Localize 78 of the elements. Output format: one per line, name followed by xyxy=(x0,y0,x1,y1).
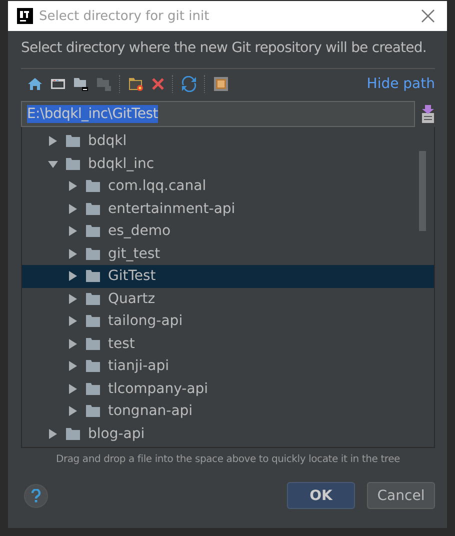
expand-arrow-icon[interactable] xyxy=(68,226,78,236)
folder-icon xyxy=(86,180,100,192)
refresh-icon[interactable] xyxy=(181,76,197,92)
folder-icon xyxy=(86,338,100,350)
folder-name: bdqkl_inc xyxy=(88,156,154,172)
folder-name: com.lqq.canal xyxy=(108,178,206,194)
expand-arrow-icon[interactable] xyxy=(68,406,78,416)
folder-name: entertainment-api xyxy=(108,200,236,217)
home-icon[interactable] xyxy=(27,76,43,92)
folder-icon xyxy=(66,428,80,440)
new-folder-icon[interactable] xyxy=(128,76,144,92)
tree-row[interactable]: entertainment-api xyxy=(22,198,434,220)
folder-icon xyxy=(86,202,100,215)
description-text: Select directory where the new Git repository will be created. xyxy=(21,40,428,58)
folder-name: tlcompany-api xyxy=(108,380,208,397)
window-title: Select directory for git init xyxy=(39,8,210,24)
folder-icon xyxy=(86,382,100,395)
path-field[interactable]: E:\bdqkl_inc\GitTest xyxy=(21,101,415,127)
folder-name: git_test xyxy=(108,246,160,262)
folder-icon xyxy=(86,315,100,328)
folder-name: GitTest xyxy=(108,268,156,284)
folder-icon xyxy=(86,292,100,305)
insert-path-icon[interactable] xyxy=(421,105,435,123)
tree-row[interactable]: tlcompany-api xyxy=(22,378,434,400)
hide-path-link[interactable]: Hide path xyxy=(366,76,435,92)
tree-row[interactable]: GitTest xyxy=(22,265,434,288)
path-value: E:\bdqkl_inc\GitTest xyxy=(27,105,158,123)
expand-arrow-icon[interactable] xyxy=(48,136,58,146)
tree-row[interactable]: tianji-api xyxy=(22,355,434,378)
expand-arrow-icon[interactable] xyxy=(68,384,78,394)
tree-row[interactable]: test xyxy=(22,332,434,355)
folder-name: test xyxy=(108,336,135,352)
folder-name: es_demo xyxy=(108,223,171,240)
toggle-hidden-icon[interactable] xyxy=(213,76,229,92)
scrollbar-thumb[interactable] xyxy=(419,151,426,231)
expand-arrow-icon[interactable] xyxy=(68,204,78,214)
collapse-arrow-icon[interactable] xyxy=(48,158,58,169)
folder-icon xyxy=(66,158,80,170)
hint-text: Drag and drop a file into the space above to quickly locate it in the tree xyxy=(54,454,402,465)
folder-name: Quartz xyxy=(108,290,156,307)
expand-arrow-icon[interactable] xyxy=(68,338,78,349)
expand-arrow-icon[interactable] xyxy=(68,316,78,326)
folder-icon[interactable] xyxy=(73,76,89,92)
help-button[interactable] xyxy=(24,484,48,508)
tree-row[interactable]: bdqkl xyxy=(22,130,434,152)
folder-icon xyxy=(86,405,100,418)
folder-name: tongnan-api xyxy=(108,403,193,420)
close-icon[interactable] xyxy=(421,9,435,23)
folder-icon xyxy=(86,360,100,372)
expand-arrow-icon[interactable] xyxy=(68,361,78,372)
app-logo-icon xyxy=(17,8,33,24)
dialog-button[interactable]: Cancel xyxy=(367,482,435,509)
tree-row[interactable]: com.lqq.canal xyxy=(22,175,434,198)
folder-name: blog-api xyxy=(88,426,145,442)
folder-icon xyxy=(86,225,100,238)
delete-icon[interactable] xyxy=(151,77,165,91)
dialog-button[interactable]: OK xyxy=(287,482,355,509)
folder-name: tianji-api xyxy=(108,358,170,374)
tree-row[interactable]: bdqkl_inc xyxy=(22,152,434,175)
help-icon xyxy=(31,488,41,502)
folder-name: tailong-api xyxy=(108,313,183,330)
folder-icon xyxy=(96,76,112,92)
tree-row[interactable]: tongnan-api xyxy=(22,400,434,422)
tree-row[interactable]: git_test xyxy=(22,242,434,265)
tree-row[interactable]: es_demo xyxy=(22,220,434,242)
expand-arrow-icon[interactable] xyxy=(68,181,78,192)
tree-row[interactable]: blog-api xyxy=(22,422,434,445)
expand-arrow-icon[interactable] xyxy=(68,294,78,304)
monitor-icon[interactable] xyxy=(50,76,66,92)
expand-arrow-icon[interactable] xyxy=(48,428,58,439)
expand-arrow-icon[interactable] xyxy=(68,271,78,282)
expand-arrow-icon[interactable] xyxy=(68,248,78,259)
tree-row[interactable]: Quartz xyxy=(22,288,434,310)
folder-name: bdqkl xyxy=(88,133,127,150)
folder-icon xyxy=(86,248,100,260)
folder-icon xyxy=(86,270,100,282)
tree-row[interactable]: tailong-api xyxy=(22,310,434,332)
folder-icon xyxy=(66,135,80,148)
